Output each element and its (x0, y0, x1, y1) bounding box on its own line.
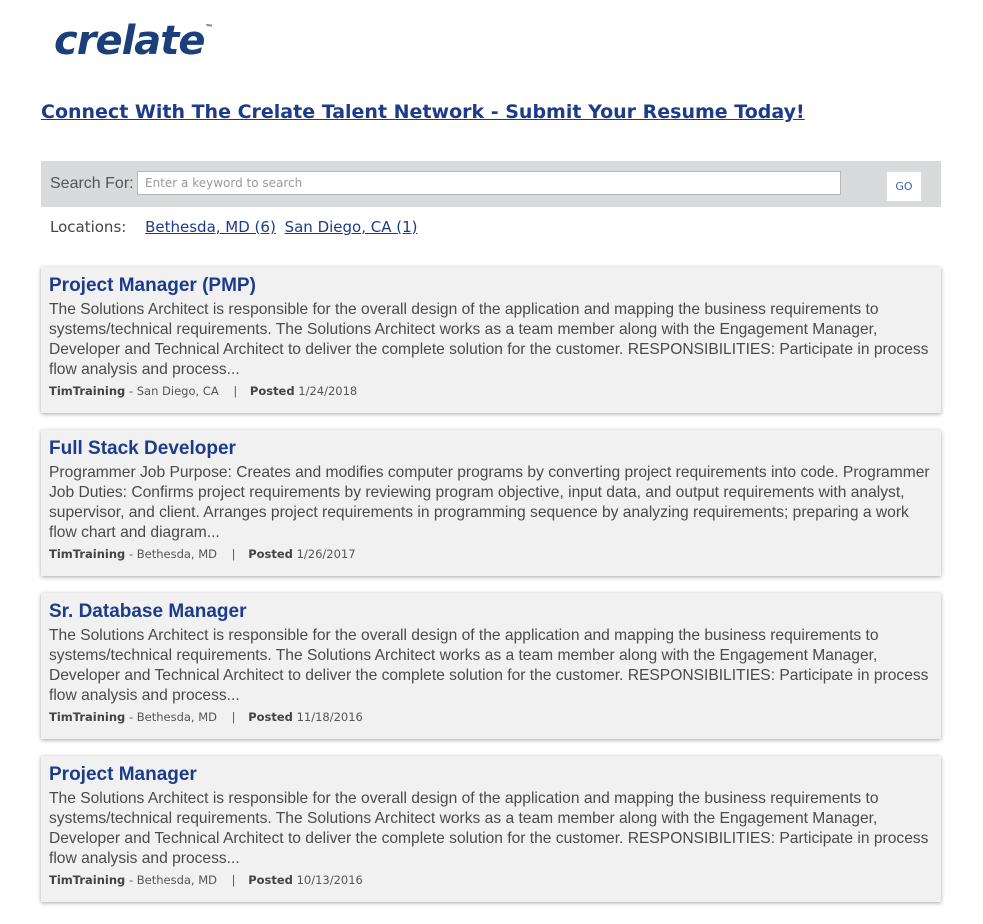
job-posted-date: 1/24/2018 (298, 384, 358, 398)
meta-separator: | (231, 547, 236, 561)
job-meta: TimTraining - San Diego, CA | Posted 1/2… (49, 384, 933, 398)
job-meta: TimTraining - Bethesda, MD | Posted 10/1… (49, 873, 933, 887)
job-description: The Solutions Architect is responsible f… (49, 301, 929, 378)
locations-label: Locations: (50, 218, 127, 236)
talent-network-link[interactable]: Connect With The Crelate Talent Network … (41, 101, 805, 123)
job-card: Sr. Database Manager The Solutions Archi… (41, 593, 941, 739)
job-company: TimTraining (49, 873, 126, 887)
job-title-link[interactable]: Project Manager (PMP) (49, 274, 933, 300)
search-input[interactable] (137, 171, 841, 195)
job-posted-label: Posted (248, 873, 293, 887)
job-company: TimTraining (49, 710, 126, 724)
job-card: Project Manager The Solutions Architect … (41, 756, 941, 902)
crelate-logo[interactable]: crelate ™ (54, 18, 213, 68)
job-posted-date: 10/13/2016 (296, 873, 363, 887)
job-meta: TimTraining - Bethesda, MD | Posted 1/26… (49, 547, 933, 561)
logo-wordmark: crelate (54, 18, 206, 64)
locations-filter: Locations: Bethesda, MD (6) San Diego, C… (50, 218, 422, 236)
location-link-bethesda[interactable]: Bethesda, MD (6) (145, 218, 276, 236)
meta-separator: | (231, 710, 236, 724)
job-title-link[interactable]: Full Stack Developer (49, 437, 933, 463)
job-title-link[interactable]: Sr. Database Manager (49, 600, 933, 626)
job-location: - San Diego, CA (128, 384, 219, 398)
job-posted-label: Posted (248, 710, 293, 724)
meta-separator: | (231, 873, 236, 887)
job-company: TimTraining (49, 547, 126, 561)
job-title-link[interactable]: Project Manager (49, 763, 933, 789)
job-company: TimTraining (49, 384, 126, 398)
search-bar: Search For: GO (41, 161, 941, 207)
job-posted-label: Posted (248, 547, 293, 561)
search-label: Search For: (50, 175, 134, 192)
logo-trademark: ™ (205, 24, 213, 31)
job-description: Programmer Job Purpose: Creates and modi… (49, 464, 930, 541)
job-description: The Solutions Architect is responsible f… (49, 627, 929, 704)
job-meta: TimTraining - Bethesda, MD | Posted 11/1… (49, 710, 933, 724)
job-location: - Bethesda, MD (128, 547, 218, 561)
job-description: The Solutions Architect is responsible f… (49, 790, 929, 867)
job-card: Full Stack Developer Programmer Job Purp… (41, 430, 941, 576)
location-link-san-diego[interactable]: San Diego, CA (1) (285, 218, 418, 236)
meta-separator: | (233, 384, 238, 398)
job-posted-date: 11/18/2016 (296, 710, 363, 724)
job-location: - Bethesda, MD (128, 873, 218, 887)
job-posted-label: Posted (249, 384, 295, 398)
go-button[interactable]: GO (886, 171, 922, 202)
job-location: - Bethesda, MD (128, 710, 218, 724)
job-posted-date: 1/26/2017 (296, 547, 356, 561)
job-card: Project Manager (PMP) The Solutions Arch… (41, 267, 941, 413)
